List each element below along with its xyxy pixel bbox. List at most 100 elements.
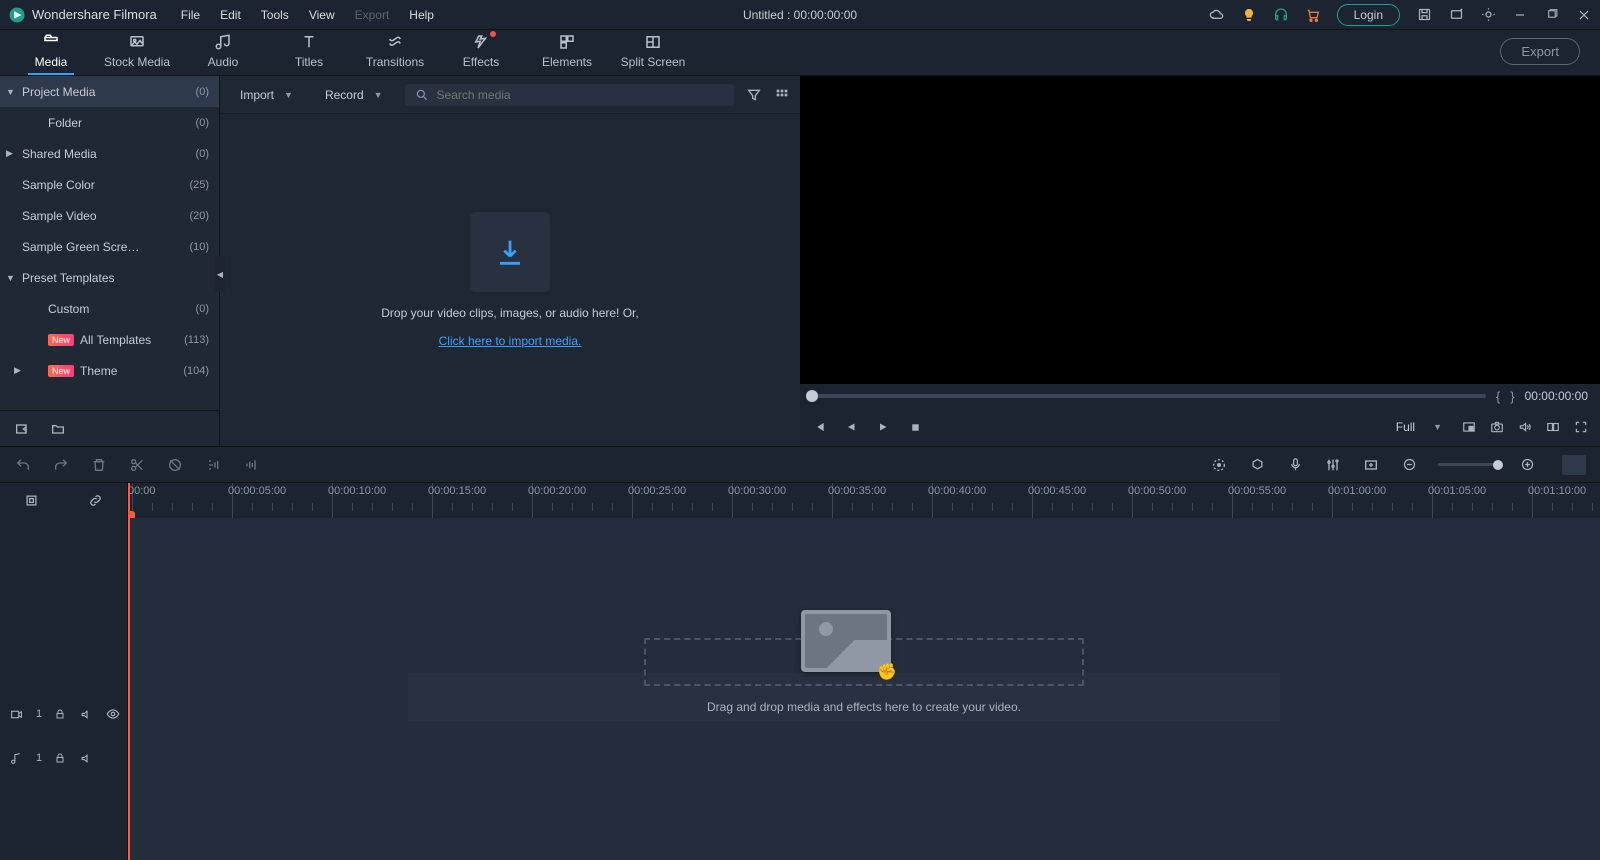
- mark-out-icon[interactable]: }: [1510, 389, 1514, 404]
- video-track-header[interactable]: 1: [0, 692, 127, 736]
- idea-icon[interactable]: [1241, 7, 1257, 23]
- tab-elements[interactable]: Elements: [524, 33, 610, 75]
- import-tile[interactable]: [470, 212, 550, 292]
- new-folder-icon[interactable]: [50, 421, 66, 437]
- tab-stock-media[interactable]: Stock Media: [94, 33, 180, 75]
- menu-tools[interactable]: Tools: [261, 8, 289, 22]
- playhead[interactable]: [128, 483, 130, 518]
- lock-icon[interactable]: [54, 708, 68, 720]
- close-icon[interactable]: [1576, 7, 1592, 23]
- ruler-label: 00:00:15:00: [428, 485, 486, 497]
- tree-item-0[interactable]: ▼Project Media(0): [0, 76, 219, 107]
- menu-edit[interactable]: Edit: [220, 8, 241, 22]
- scrub-track[interactable]: [812, 394, 1486, 398]
- upper-section: ▼Project Media(0)Folder(0)▶Shared Media(…: [0, 76, 1600, 446]
- lock-icon[interactable]: [54, 752, 68, 764]
- timeline-ruler[interactable]: 00:0000:00:05:0000:00:10:0000:00:15:0000…: [128, 483, 1600, 518]
- tree-item-1[interactable]: Folder(0): [0, 107, 219, 138]
- play-icon[interactable]: [876, 421, 890, 433]
- tree-item-label: Sample Video: [22, 209, 97, 223]
- tree-item-8[interactable]: NewAll Templates(113): [0, 324, 219, 355]
- tree-item-2[interactable]: ▶Shared Media(0): [0, 138, 219, 169]
- screenshot-icon[interactable]: [1480, 7, 1496, 23]
- tree-item-4[interactable]: Sample Video(20): [0, 200, 219, 231]
- mute-icon[interactable]: [80, 708, 94, 721]
- record-dropdown[interactable]: Record▼: [315, 84, 393, 106]
- playhead-knob[interactable]: [128, 511, 135, 518]
- tab-effects[interactable]: Effects: [438, 33, 524, 75]
- cloud-icon[interactable]: [1209, 7, 1225, 23]
- expand-arrow[interactable]: ▼: [6, 273, 15, 283]
- timeline-options[interactable]: [1562, 455, 1586, 475]
- export-button[interactable]: Export: [1500, 38, 1580, 65]
- import-link[interactable]: Click here to import media.: [439, 334, 582, 348]
- marker-icon[interactable]: [1248, 456, 1266, 474]
- search-input[interactable]: [437, 88, 724, 102]
- tree-item-9[interactable]: ▶NewTheme(104): [0, 355, 219, 386]
- compare-icon[interactable]: [1546, 419, 1560, 435]
- tab-titles[interactable]: Titles: [266, 33, 352, 75]
- audio-track-header[interactable]: 1: [0, 736, 127, 780]
- mark-in-icon[interactable]: {: [1496, 389, 1500, 404]
- minimize-icon[interactable]: [1512, 7, 1528, 23]
- step-back-icon[interactable]: [812, 420, 826, 434]
- mixer-icon[interactable]: [1324, 456, 1342, 474]
- tree-item-label: Theme: [80, 364, 117, 378]
- equalizer-icon[interactable]: [242, 456, 260, 474]
- link-icon[interactable]: [88, 493, 103, 508]
- tab-label: Titles: [295, 55, 323, 69]
- menu-help[interactable]: Help: [409, 8, 434, 22]
- zoom-slider[interactable]: [1438, 463, 1498, 466]
- render-icon[interactable]: [1210, 456, 1228, 474]
- tree-item-6[interactable]: ▼Preset Templates: [0, 262, 219, 293]
- snapshot-icon[interactable]: [1490, 419, 1504, 435]
- add-marker-icon[interactable]: [1362, 456, 1380, 474]
- match-frame-icon[interactable]: [24, 493, 39, 508]
- undo-icon[interactable]: [14, 456, 32, 474]
- headset-icon[interactable]: [1273, 7, 1289, 23]
- resolution-dropdown[interactable]: Full▼: [1390, 418, 1448, 436]
- menu-file[interactable]: File: [181, 8, 200, 22]
- collapse-tree-handle[interactable]: ◀: [215, 256, 225, 292]
- expand-arrow[interactable]: ▶: [14, 365, 21, 376]
- redo-icon[interactable]: [52, 456, 70, 474]
- zoom-in-icon[interactable]: [1518, 456, 1536, 474]
- voiceover-icon[interactable]: [1286, 456, 1304, 474]
- tree-item-7[interactable]: Custom(0): [0, 293, 219, 324]
- tab-transitions[interactable]: Transitions: [352, 33, 438, 75]
- inbox-icon[interactable]: [1448, 7, 1464, 23]
- tab-split-screen[interactable]: Split Screen: [610, 33, 696, 75]
- login-button[interactable]: Login: [1337, 4, 1400, 26]
- speed-icon[interactable]: [204, 456, 222, 474]
- filter-icon[interactable]: [746, 87, 762, 103]
- visibility-icon[interactable]: [106, 707, 120, 721]
- stop-icon[interactable]: [908, 422, 922, 433]
- open-file-icon[interactable]: [14, 421, 30, 437]
- mute-icon[interactable]: [80, 752, 94, 765]
- tree-item-3[interactable]: Sample Color(25): [0, 169, 219, 200]
- save-icon[interactable]: [1416, 7, 1432, 23]
- tree-item-5[interactable]: Sample Green Scre…(10): [0, 231, 219, 262]
- preview-viewport: [800, 76, 1600, 384]
- cut-icon[interactable]: [128, 456, 146, 474]
- delete-icon[interactable]: [90, 456, 108, 474]
- tab-audio[interactable]: Audio: [180, 33, 266, 75]
- pip-icon[interactable]: [1462, 419, 1476, 435]
- timeline-tracks-area[interactable]: ✊ Drag and drop media and effects here t…: [128, 518, 1600, 860]
- crop-icon[interactable]: [166, 456, 184, 474]
- cart-icon[interactable]: [1305, 7, 1321, 23]
- zoom-out-icon[interactable]: [1400, 456, 1418, 474]
- play-reverse-icon[interactable]: [844, 421, 858, 433]
- grid-view-icon[interactable]: [774, 87, 790, 103]
- media-drop-area[interactable]: Drop your video clips, images, or audio …: [220, 114, 800, 446]
- scrub-thumb[interactable]: [806, 390, 818, 402]
- maximize-icon[interactable]: [1544, 7, 1560, 23]
- volume-icon[interactable]: [1518, 419, 1532, 435]
- import-dropdown[interactable]: Import▼: [230, 84, 303, 106]
- fullscreen-icon[interactable]: [1574, 419, 1588, 435]
- search-field[interactable]: [405, 84, 734, 106]
- menu-view[interactable]: View: [309, 8, 335, 22]
- tab-media[interactable]: Media: [8, 33, 94, 75]
- expand-arrow[interactable]: ▼: [6, 87, 15, 97]
- expand-arrow[interactable]: ▶: [6, 148, 13, 159]
